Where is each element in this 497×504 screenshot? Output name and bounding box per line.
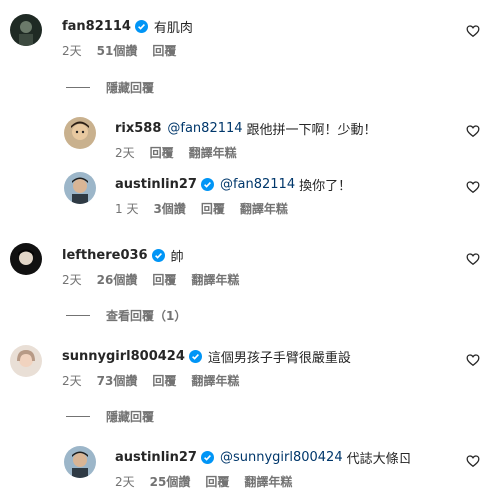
verified-badge-icon (151, 249, 165, 262)
username[interactable]: fan82114 (62, 19, 131, 34)
verified-badge-icon (188, 350, 202, 363)
reply-button[interactable]: 回覆 (150, 146, 174, 160)
heart-outline-icon[interactable] (466, 252, 480, 266)
avatar[interactable] (10, 345, 42, 377)
heart-outline-icon[interactable] (466, 180, 480, 194)
toggle-label: 隱藏回覆 (106, 410, 155, 424)
comment-text: 代誌大條ㄖ (346, 452, 412, 467)
like-count[interactable]: 3個讚 (153, 202, 185, 216)
username[interactable]: austinlin27 (115, 177, 197, 192)
reply-button[interactable]: 回覆 (205, 475, 229, 489)
heart-outline-icon[interactable] (466, 454, 480, 468)
heart-outline-icon[interactable] (466, 124, 480, 138)
comment-text: 跟他拼一下啊！少動！ (246, 123, 377, 138)
timestamp[interactable]: 2天 (62, 44, 82, 58)
reply-button[interactable]: 回覆 (152, 44, 176, 58)
like-count[interactable]: 51個讚 (97, 44, 138, 58)
avatar[interactable] (64, 172, 96, 204)
heart-outline-icon[interactable] (466, 24, 480, 38)
verified-badge-icon (200, 178, 214, 191)
comment-text: 有肌肉 (153, 21, 193, 36)
timestamp[interactable]: 2天 (115, 475, 135, 489)
verified-badge-icon (200, 451, 214, 464)
comment-text: 換你了！ (299, 179, 352, 194)
reply-button[interactable]: 回覆 (152, 374, 176, 388)
translate-button[interactable]: 翻譯年糕 (191, 273, 239, 287)
username[interactable]: austinlin27 (115, 450, 197, 465)
avatar[interactable] (10, 243, 42, 275)
mention-link[interactable]: @fan82114 (220, 177, 295, 192)
timestamp[interactable]: 2天 (115, 146, 135, 160)
toggle-label: 查看回覆（1） (106, 309, 187, 323)
avatar[interactable] (10, 14, 42, 46)
heart-outline-icon[interactable] (466, 353, 480, 367)
like-count[interactable]: 73個讚 (97, 374, 138, 388)
translate-button[interactable]: 翻譯年糕 (189, 146, 237, 160)
hide-replies-button[interactable]: 隱藏回覆 (66, 79, 154, 96)
username[interactable]: sunnygirl800424 (62, 349, 185, 364)
like-count[interactable]: 25個讚 (150, 475, 191, 489)
divider (66, 315, 90, 316)
translate-button[interactable]: 翻譯年糕 (191, 374, 239, 388)
hide-replies-button[interactable]: 隱藏回覆 (66, 408, 154, 425)
view-replies-button[interactable]: 查看回覆（1） (66, 307, 186, 324)
translate-button[interactable]: 翻譯年糕 (244, 475, 292, 489)
divider (66, 87, 90, 88)
reply-button[interactable]: 回覆 (201, 202, 225, 216)
avatar[interactable] (64, 446, 96, 478)
verified-badge-icon (134, 20, 148, 33)
timestamp[interactable]: 2天 (62, 273, 82, 287)
comment-text: 這個男孩子手臂很嚴重設 (207, 351, 351, 366)
mention-link[interactable]: @sunnygirl800424 (220, 450, 343, 465)
comment-text: 帥 (170, 250, 184, 265)
avatar[interactable] (64, 117, 96, 149)
like-count[interactable]: 26個讚 (97, 273, 138, 287)
reply-button[interactable]: 回覆 (152, 273, 176, 287)
timestamp[interactable]: 2天 (62, 374, 82, 388)
translate-button[interactable]: 翻譯年糕 (240, 202, 288, 216)
username[interactable]: rix588 (115, 121, 161, 136)
username[interactable]: lefthere036 (62, 248, 148, 263)
divider (66, 416, 90, 417)
mention-link[interactable]: @fan82114 (167, 121, 242, 136)
toggle-label: 隱藏回覆 (106, 81, 155, 95)
timestamp[interactable]: 1 天 (115, 202, 138, 216)
